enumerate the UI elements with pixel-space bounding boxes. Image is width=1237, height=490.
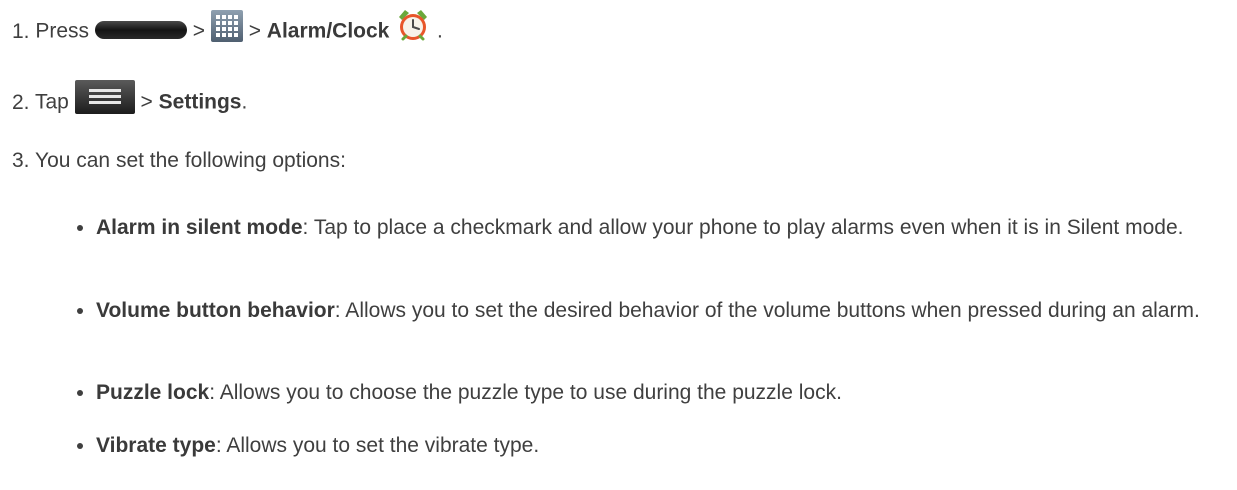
step-1-period: . — [437, 19, 443, 43]
list-item: Volume button behavior: Allows you to se… — [77, 296, 1217, 325]
alarm-clock-icon — [395, 8, 431, 42]
instruction-page: 1. Press > > Alarm/Clock . 2. Tap > Sett… — [0, 0, 1237, 490]
settings-label: Settings — [158, 90, 242, 114]
list-item: Alarm in silent mode: Tap to place a che… — [77, 213, 1217, 242]
list-item: Puzzle lock: Allows you to choose the pu… — [77, 378, 1217, 407]
option-description: : Allows you to choose the puzzle type t… — [209, 381, 842, 404]
step-3-text: You can set the following options: — [34, 149, 346, 172]
step-number: 2. — [12, 90, 30, 114]
option-term: Puzzle lock — [96, 381, 210, 404]
step-1-separator-2: > — [248, 19, 261, 43]
bullet-icon — [77, 308, 83, 314]
list-item: Vibrate type: Allows you to set the vibr… — [77, 431, 1217, 460]
bullet-icon — [77, 225, 83, 231]
option-description: : Allows you to set the vibrate type. — [215, 434, 540, 457]
step-1-press-label: Press — [35, 19, 90, 43]
step-number: 1. — [12, 19, 30, 43]
option-description: : Allows you to set the desired behavior… — [334, 299, 1200, 322]
step-3: 3. You can set the following options: — [12, 147, 346, 175]
alarm-clock-label: Alarm/Clock — [266, 19, 390, 43]
option-description: : Tap to place a checkmark and allow you… — [302, 216, 1184, 239]
step-2: 2. Tap > Settings. — [12, 80, 248, 120]
menu-key-icon — [74, 80, 135, 114]
step-2-period: . — [241, 90, 248, 114]
step-1-separator-1: > — [192, 19, 205, 43]
option-term: Alarm in silent mode — [96, 216, 303, 239]
option-term: Volume button behavior — [96, 299, 335, 322]
step-2-separator: > — [140, 90, 153, 114]
bullet-icon — [77, 390, 83, 396]
bullet-icon — [77, 443, 83, 449]
home-key-icon — [94, 21, 187, 39]
option-term: Vibrate type — [96, 434, 216, 457]
step-1: 1. Press > > Alarm/Clock . — [12, 10, 443, 49]
step-2-tap-label: Tap — [34, 90, 69, 114]
step-number: 3. — [12, 149, 30, 172]
apps-grid-icon — [210, 10, 243, 42]
